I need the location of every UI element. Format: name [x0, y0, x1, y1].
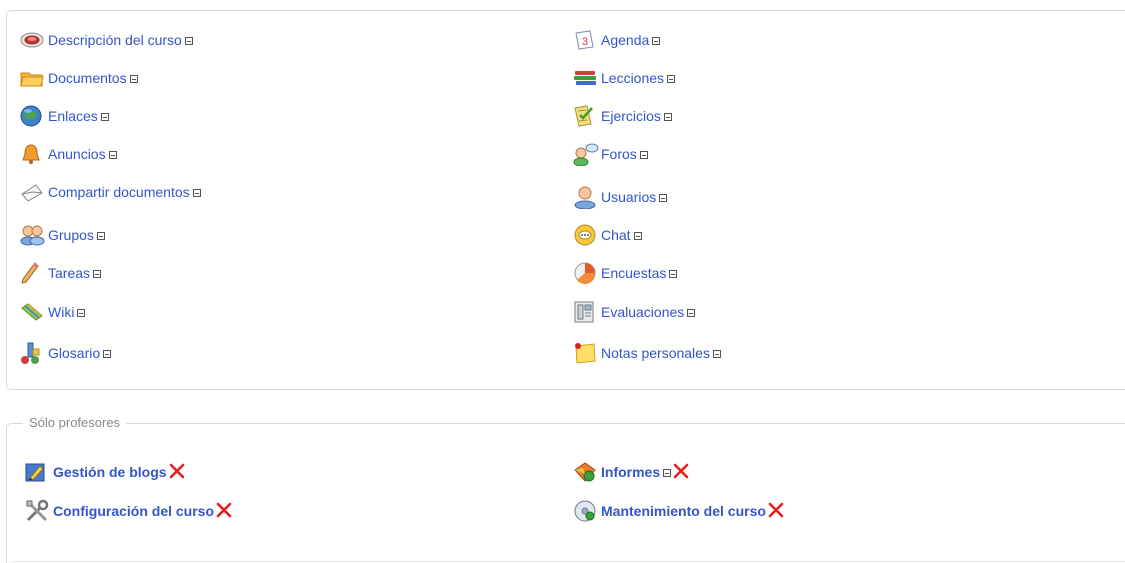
svg-text:3: 3 [582, 36, 588, 48]
group-icon [20, 223, 46, 247]
tool-label: Foros [601, 146, 637, 162]
tool-blog-management[interactable]: Gestión de blogs [25, 460, 185, 484]
visibility-toggle-icon[interactable] [184, 37, 193, 45]
tool-glossary[interactable]: Glosario [20, 341, 112, 365]
tool-course-maintenance[interactable]: Mantenimiento del curso [573, 499, 784, 523]
tool-label: Glosario [48, 345, 101, 361]
visibility-toggle-icon[interactable] [659, 194, 668, 202]
visibility-toggle-icon[interactable] [667, 75, 676, 83]
tool-label: Configuración del curso [53, 503, 215, 519]
tool-label: Chat [601, 227, 631, 243]
visibility-toggle-icon[interactable] [129, 75, 138, 83]
tool-share-documents[interactable]: Compartir documentos [20, 180, 201, 204]
tool-agenda[interactable]: 3 Agenda [573, 28, 661, 52]
tool-assignments[interactable]: Tareas [20, 261, 102, 285]
delete-icon[interactable] [169, 463, 185, 482]
tool-label: Encuestas [601, 265, 667, 281]
exercises-icon [573, 104, 599, 128]
visibility-toggle-icon[interactable] [687, 309, 696, 317]
visibility-toggle-icon[interactable] [93, 270, 102, 278]
tool-links[interactable]: Enlaces [20, 104, 109, 128]
tool-course-settings[interactable]: Configuración del curso [25, 499, 232, 523]
tool-label: Wiki [48, 304, 75, 320]
survey-icon [573, 261, 599, 285]
wiki-icon [20, 300, 46, 324]
visibility-toggle-icon[interactable] [652, 37, 661, 45]
tool-label: Compartir documentos [48, 184, 190, 200]
tool-label: Ejercicios [601, 108, 661, 124]
gradebook-icon [573, 300, 599, 324]
visibility-toggle-icon[interactable] [669, 270, 678, 278]
forum-icon [573, 142, 599, 166]
tool-label: Agenda [601, 32, 650, 48]
tool-gradebook[interactable]: Evaluaciones [573, 300, 696, 324]
visibility-toggle-icon[interactable] [663, 113, 672, 121]
blog-management-icon [25, 460, 51, 484]
tool-label: Anuncios [48, 146, 106, 162]
course-description-icon [20, 28, 46, 52]
glossary-icon [20, 341, 46, 365]
visibility-toggle-icon[interactable] [103, 350, 112, 358]
delete-icon[interactable] [768, 502, 784, 521]
tool-surveys[interactable]: Encuestas [573, 261, 678, 285]
tool-lessons[interactable]: Lecciones [573, 66, 676, 90]
tool-personal-notes[interactable]: Notas personales [573, 341, 721, 365]
visibility-toggle-icon[interactable] [712, 350, 721, 358]
reports-icon [573, 460, 599, 484]
tool-label: Gestión de blogs [53, 464, 167, 480]
books-icon [573, 66, 599, 90]
tool-label: Descripción del curso [48, 32, 182, 48]
delete-icon[interactable] [673, 463, 689, 482]
tool-exercises[interactable]: Ejercicios [573, 104, 672, 128]
pencil-icon [20, 261, 46, 285]
envelope-icon [20, 180, 46, 204]
tool-label: Evaluaciones [601, 304, 685, 320]
tool-label: Documentos [48, 70, 127, 86]
delete-icon[interactable] [216, 502, 232, 521]
tool-forums[interactable]: Foros [573, 142, 648, 166]
globe-icon [20, 104, 46, 128]
visibility-toggle-icon[interactable] [108, 151, 117, 159]
chat-icon [573, 223, 599, 247]
tool-label: Lecciones [601, 70, 665, 86]
tool-course-description[interactable]: Descripción del curso [20, 28, 193, 52]
tool-label: Usuarios [601, 189, 657, 205]
settings-icon [25, 499, 51, 523]
tool-label: Notas personales [601, 345, 710, 361]
folder-icon [20, 66, 46, 90]
tool-label: Informes [601, 464, 661, 480]
visibility-toggle-icon[interactable] [77, 309, 86, 317]
tool-label: Enlaces [48, 108, 98, 124]
visibility-toggle-icon[interactable] [96, 232, 105, 240]
tool-documents[interactable]: Documentos [20, 66, 138, 90]
teachers-only-legend: Sólo profesores [23, 415, 127, 430]
visibility-toggle-icon[interactable] [639, 151, 648, 159]
notes-icon [573, 341, 599, 365]
tool-label: Mantenimiento del curso [601, 503, 766, 519]
calendar-icon: 3 [573, 28, 599, 52]
tool-label: Grupos [48, 227, 94, 243]
maintenance-icon [573, 499, 599, 523]
visibility-toggle-icon[interactable] [663, 469, 672, 477]
tool-label: Tareas [48, 265, 91, 281]
visibility-toggle-icon[interactable] [192, 189, 201, 197]
tool-announcements[interactable]: Anuncios [20, 142, 117, 166]
visibility-toggle-icon[interactable] [633, 232, 642, 240]
user-icon [573, 185, 599, 209]
tool-groups[interactable]: Grupos [20, 223, 105, 247]
visibility-toggle-icon[interactable] [100, 113, 109, 121]
tool-users[interactable]: Usuarios [573, 185, 668, 209]
tool-chat[interactable]: Chat [573, 223, 642, 247]
tool-wiki[interactable]: Wiki [20, 300, 86, 324]
teachers-only-panel [6, 423, 1125, 563]
tool-reports[interactable]: Informes [573, 460, 689, 484]
bell-icon [20, 142, 46, 166]
